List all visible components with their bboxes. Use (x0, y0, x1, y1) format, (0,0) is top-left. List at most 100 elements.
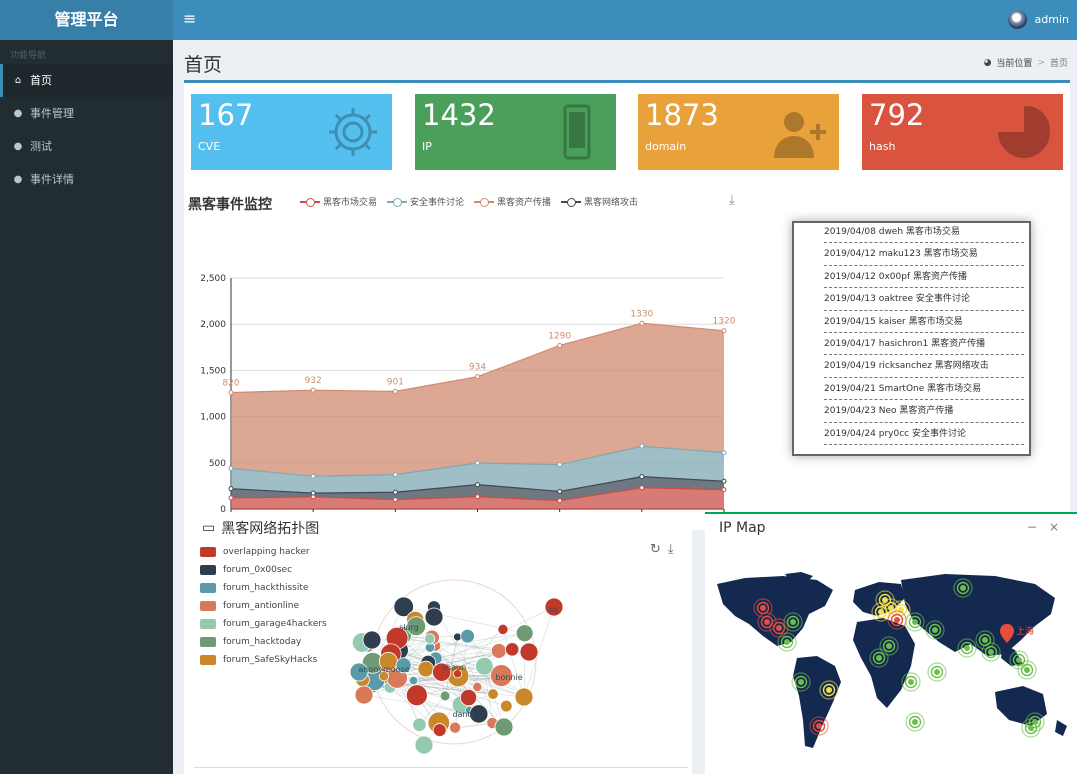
download-icon[interactable]: ⤓ (729, 193, 735, 208)
inbox-icon: ▭ (202, 520, 216, 536)
graph-node (514, 687, 534, 707)
map-point (988, 649, 994, 655)
stat-box-hash[interactable]: 792 hash (862, 94, 1063, 170)
chart-title: 黑客事件监控 (188, 197, 272, 213)
landmass (853, 618, 915, 708)
gear-icon (329, 108, 377, 156)
sidebar-item-event-management[interactable]: ● 事件管理 (0, 97, 173, 130)
sidebar-item-home[interactable]: ⌂ 首页 (0, 64, 173, 97)
list-item[interactable]: 2019/04/15 kaiser 黑客市场交易 (824, 311, 1024, 333)
legend-swatch (200, 637, 216, 647)
page-title: 首页 (184, 54, 223, 76)
brand-logo[interactable]: 管理平台 (0, 0, 173, 40)
dashboard-icon: ◕ (983, 57, 992, 68)
map-point (816, 723, 822, 729)
legend-swatch (200, 547, 216, 557)
user-menu[interactable]: admin (1007, 10, 1069, 29)
list-item[interactable]: 2019/04/19 ricksanchez 黑客网络攻击 (824, 355, 1024, 378)
data-point (310, 490, 316, 496)
legend-item[interactable]: forum_hacktoday (200, 633, 327, 651)
graph-node (417, 660, 435, 678)
map-point (886, 643, 892, 649)
stat-value: 1432 (422, 98, 496, 132)
sidebar-toggle-icon[interactable]: ≡ (183, 9, 196, 28)
list-item[interactable]: 2019/04/24 pry0cc 安全事件讨论 (824, 423, 1024, 445)
phone-icon (563, 104, 591, 160)
y-tick-label: 500 (209, 459, 226, 469)
map-point (1024, 667, 1030, 673)
list-item[interactable]: 2019/04/21 SmartOne 黑客市场交易 (824, 378, 1024, 401)
legend-label: forum_hackthissite (223, 583, 309, 593)
area-chart: 05001,0001,5002,0002,500周一周二周三周四周五周六周日82… (200, 274, 736, 526)
list-item[interactable]: 2019/04/23 Neo 黑客资产传播 (824, 400, 1024, 423)
legend-item[interactable]: 黑客网络攻击 (561, 195, 638, 208)
data-point (639, 485, 645, 491)
graph-node (519, 642, 539, 662)
map-point (798, 679, 804, 685)
map-point (878, 609, 884, 615)
stat-box-ip[interactable]: 1432 IP (415, 94, 616, 170)
download-icon[interactable]: ⤓ (668, 542, 674, 557)
refresh-icon[interactable]: ↻ (650, 542, 661, 557)
legend-item[interactable]: forum_hackthissite (200, 579, 327, 597)
list-item[interactable]: 2019/04/13 oaktree 安全事件讨论 (824, 288, 1024, 311)
close-icon[interactable]: × (1049, 520, 1059, 534)
legend-item[interactable]: 安全事件讨论 (387, 195, 464, 208)
legend-swatch (200, 565, 216, 575)
graph-node (460, 628, 475, 644)
map-point (894, 617, 900, 623)
list-item[interactable]: 2019/04/12 maku123 黑客市场交易 (824, 243, 1024, 266)
data-label: 1320 (713, 317, 736, 327)
breadcrumb-location[interactable]: 当前位置 (996, 56, 1032, 69)
map-point (1028, 725, 1034, 731)
graph-node (494, 717, 514, 737)
legend-item[interactable]: overlapping hacker (200, 543, 327, 561)
stat-label: IP (422, 140, 432, 153)
legend-label: 安全事件讨论 (410, 198, 465, 208)
node-label: dante (452, 710, 475, 719)
y-tick-label: 1,000 (200, 413, 226, 423)
stat-box-cve[interactable]: 167 CVE (191, 94, 392, 170)
minimize-icon[interactable]: − (1027, 520, 1037, 534)
legend-item[interactable]: 黑客市场交易 (300, 195, 377, 208)
breadcrumb-current: 首页 (1049, 59, 1068, 69)
legend-item[interactable]: forum_SafeSkyHacks (200, 651, 327, 669)
legend-label: 黑客网络攻击 (584, 198, 639, 208)
sidebar-item-test[interactable]: ● 测试 (0, 130, 173, 163)
stat-label: domain (645, 140, 687, 153)
data-point (392, 497, 398, 503)
legend-item[interactable]: forum_garage4hackers (200, 615, 327, 633)
graph-node (414, 735, 434, 755)
node-label: bonnie (495, 673, 522, 682)
user-icon: ● (13, 108, 23, 119)
stat-box-domain[interactable]: 1873 domain (638, 94, 839, 170)
map-point (934, 669, 940, 675)
user-icon: ● (13, 141, 23, 152)
graph-node (424, 607, 444, 627)
sidebar-item-label: 测试 (30, 140, 52, 153)
ip-map-title: IP Map (719, 520, 766, 536)
stat-label: hash (869, 140, 896, 153)
landmass (901, 574, 1055, 656)
user-icon: ● (13, 174, 23, 185)
list-item[interactable]: 2019/04/08 dweh 黑客市场交易 (824, 223, 1024, 244)
data-point (392, 489, 398, 495)
data-label: 932 (305, 376, 322, 386)
add-user-icon (774, 112, 826, 158)
legend-item[interactable]: 黑客资产传播 (474, 195, 551, 208)
city-label: 上海 (1016, 625, 1034, 637)
graph-node (515, 624, 534, 643)
map-point (982, 637, 988, 643)
list-item[interactable]: 2019/04/12 0x00pf 黑客资产传播 (824, 266, 1024, 289)
legend-marker (474, 197, 495, 207)
avatar (1007, 10, 1027, 29)
legend-item[interactable]: forum_0x00sec (200, 561, 327, 579)
data-point (475, 482, 480, 488)
list-item[interactable]: 2019/04/17 hasichron1 黑客资产传播 (824, 333, 1024, 356)
map-point (764, 619, 770, 625)
map-point (784, 639, 790, 645)
legend-item[interactable]: forum_antionline (200, 597, 327, 615)
data-point (639, 443, 645, 449)
graph-node (406, 684, 428, 707)
sidebar-item-event-details[interactable]: ● 事件详情 (0, 163, 173, 196)
